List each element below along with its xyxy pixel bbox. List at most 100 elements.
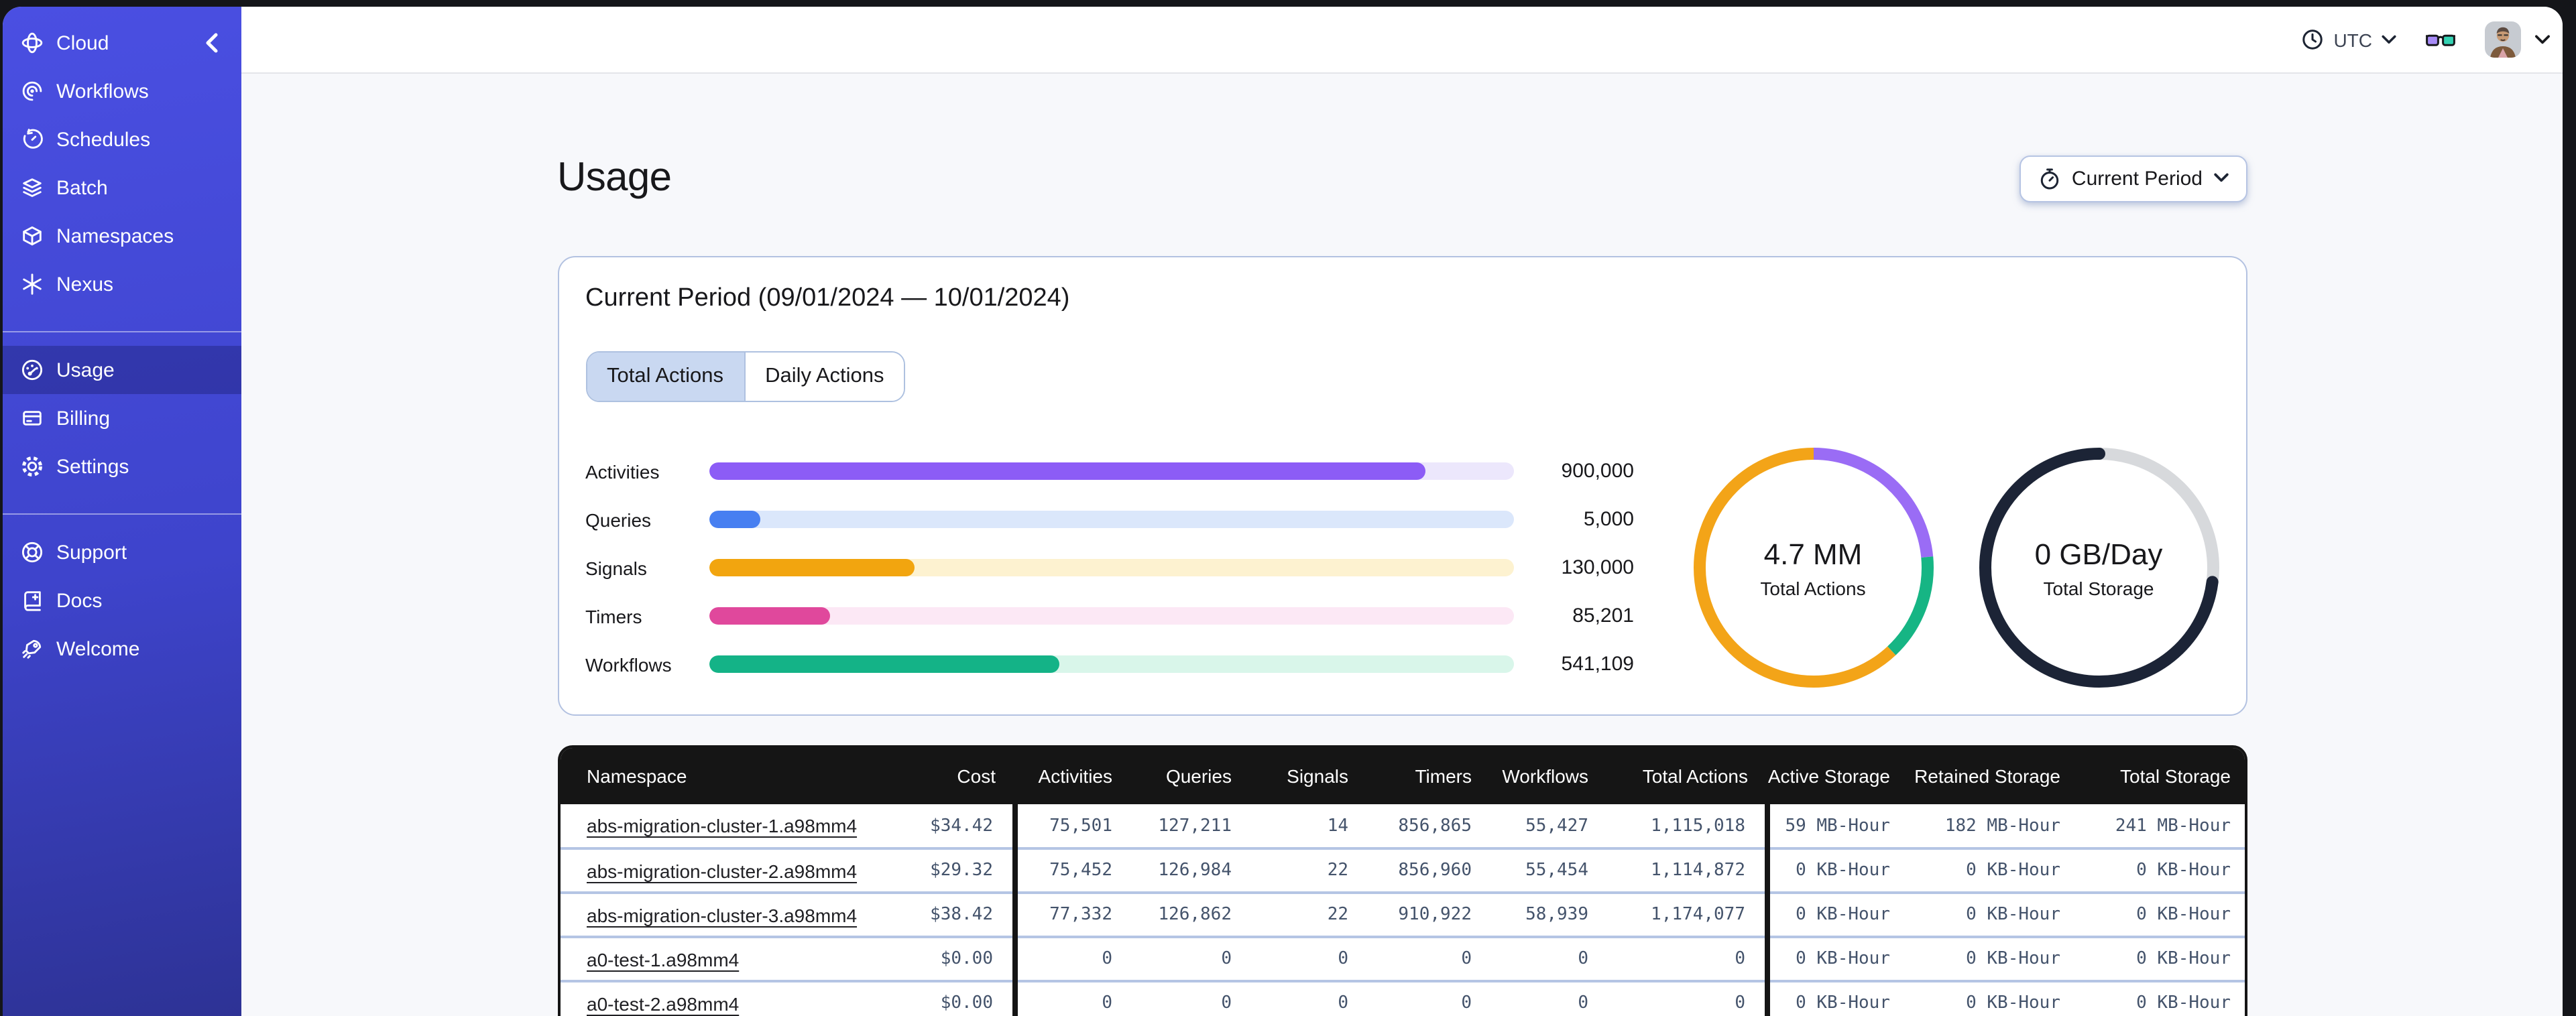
nexus-icon xyxy=(23,273,42,295)
table-cell: 126,862 xyxy=(1131,891,1250,937)
sidebar-item-label: Usage xyxy=(56,359,115,381)
table-cell: 0 xyxy=(1607,980,1769,1016)
total-actions-label: Total Actions xyxy=(1760,577,1866,598)
bar-value: 5,000 xyxy=(1583,508,1634,531)
table-cell: 1,114,872 xyxy=(1607,847,1769,893)
namespace-cell[interactable]: abs-migration-cluster-3.a98mm4 xyxy=(560,891,887,937)
sidebar-item-batch[interactable]: Batch xyxy=(3,164,241,212)
collapse-sidebar-icon[interactable] xyxy=(200,31,224,55)
namespace-cell[interactable]: a0-test-2.a98mm4 xyxy=(560,980,887,1016)
namespace-link[interactable]: a0-test-1.a98mm4 xyxy=(587,948,739,970)
timezone-select[interactable]: UTC xyxy=(2301,28,2396,51)
namespace-link[interactable]: abs-migration-cluster-3.a98mm4 xyxy=(587,904,857,926)
sidebar-item-usage[interactable]: Usage xyxy=(3,346,241,394)
col-namespace: Namespace xyxy=(560,748,887,804)
sidebar-item-label: Workflows xyxy=(56,80,149,103)
table-cell: 241 MB-Hour xyxy=(2115,816,2231,836)
sidebar-item-welcome[interactable]: Welcome xyxy=(3,625,241,673)
sidebar-item-workflows[interactable]: Workflows xyxy=(3,67,241,115)
table-cell: 22 xyxy=(1250,847,1367,893)
col-cost: Cost xyxy=(887,748,1014,804)
feedback-glasses-icon[interactable] xyxy=(2426,31,2455,48)
col-active-storage: Active Storage xyxy=(1767,748,1909,804)
usage-gauge-icon xyxy=(21,359,43,381)
bar-fill xyxy=(709,462,1425,480)
table-cell: 126,984 xyxy=(1131,847,1250,893)
table-cell: 58,939 xyxy=(1490,891,1607,937)
table-row: abs-migration-cluster-3.a98mm4 $38.42 77,3… xyxy=(560,891,2244,937)
app-stage: Cloud Workflows Schedules Batch Namespac… xyxy=(0,0,2576,1016)
usage-bar-row: Queries 5,000 xyxy=(585,508,1634,531)
table-cell: 55,427 xyxy=(1525,816,1588,836)
table-cell: 0 xyxy=(1367,980,1490,1016)
table-row: abs-migration-cluster-1.a98mm4 $34.42 75,5… xyxy=(560,804,2244,848)
main-area: UTC Usage Current Period Current Period … xyxy=(241,7,2563,1016)
table-cell: 910,922 xyxy=(1367,891,1490,937)
sidebar-item-label: Schedules xyxy=(56,128,151,151)
sidebar-divider xyxy=(3,513,241,515)
table-cell: 75,452 xyxy=(1014,847,1131,893)
namespace-link[interactable]: abs-migration-cluster-2.a98mm4 xyxy=(587,860,857,881)
total-storage-value: 0 GB/Day xyxy=(2034,537,2163,570)
usage-bar-row: Timers 85,201 xyxy=(585,605,1634,627)
namespace-cell[interactable]: abs-migration-cluster-2.a98mm4 xyxy=(560,847,887,893)
sidebar-brand-cloud[interactable]: Cloud xyxy=(3,19,241,67)
tab-daily-actions[interactable]: Daily Actions xyxy=(744,353,904,401)
sidebar-item-docs[interactable]: Docs xyxy=(3,576,241,625)
bar-label: Signals xyxy=(585,557,647,578)
total-storage-donut: 0 GB/Day Total Storage xyxy=(1979,448,2219,688)
col-total-storage: Total Storage xyxy=(2079,748,2244,804)
bar-value: 130,000 xyxy=(1561,556,1634,579)
bar-label: Activities xyxy=(585,460,660,482)
sidebar-item-label: Support xyxy=(56,541,127,564)
namespace-link[interactable]: abs-migration-cluster-1.a98mm4 xyxy=(587,815,857,836)
table-cell: $38.42 xyxy=(887,891,1017,937)
sidebar-item-label: Batch xyxy=(56,176,108,199)
table-cell: 0 xyxy=(1014,980,1131,1016)
table-cell: 0 xyxy=(1490,936,1607,981)
table-cell: 0 KB-Hour xyxy=(1767,980,1909,1016)
table-cell: 0 KB-Hour xyxy=(1767,891,1909,937)
sidebar-item-settings[interactable]: Settings xyxy=(3,442,241,491)
bar-value: 541,109 xyxy=(1561,653,1634,676)
col-activities: Activities xyxy=(1014,748,1131,804)
bar-track xyxy=(709,607,1513,625)
user-menu[interactable] xyxy=(2485,21,2551,58)
namespace-cell[interactable]: a0-test-1.a98mm4 xyxy=(560,936,887,981)
chevron-down-icon xyxy=(2213,173,2228,182)
table-cell: 856,960 xyxy=(1367,847,1490,893)
table-cell: 0 KB-Hour xyxy=(1909,980,2079,1016)
table-cell: 0 xyxy=(1250,936,1367,981)
docs-book-icon xyxy=(24,591,41,611)
namespace-usage-table-card: Namespace Cost Activities Queries Signal… xyxy=(557,745,2247,1016)
table-row: a0-test-2.a98mm4 $0.00 0 0 0 0 0 0 0 KB-Hour 0 KB… xyxy=(560,980,2244,1016)
table-cell: 0 xyxy=(1607,936,1769,981)
sidebar-item-support[interactable]: Support xyxy=(3,528,241,576)
sidebar: Cloud Workflows Schedules Batch Namespac… xyxy=(3,7,241,1016)
period-selector-label: Current Period xyxy=(2071,167,2203,190)
table-cell: $29.32 xyxy=(887,847,1017,893)
sidebar-item-namespaces[interactable]: Namespaces xyxy=(3,212,241,260)
table-cell: $0.00 xyxy=(887,936,1017,981)
usage-donuts: 4.7 MM Total Actions 0 GB/Day Total Stor… xyxy=(1693,448,2219,688)
bar-fill xyxy=(709,511,760,528)
namespace-usage-table: Namespace Cost Activities Queries Signal… xyxy=(560,748,2244,1016)
col-signals: Signals xyxy=(1250,748,1367,804)
sidebar-item-billing[interactable]: Billing xyxy=(3,394,241,442)
period-selector-button[interactable]: Current Period xyxy=(2019,155,2247,202)
page-title: Usage xyxy=(557,155,672,200)
table-cell: 182 MB-Hour xyxy=(1944,816,2060,836)
usage-page: Usage Current Period Current Period (09/… xyxy=(557,74,2247,1016)
sidebar-item-schedules[interactable]: Schedules xyxy=(3,115,241,164)
table-cell: 1,174,077 xyxy=(1607,891,1769,937)
table-cell: $0.00 xyxy=(887,980,1017,1016)
namespace-link[interactable]: a0-test-2.a98mm4 xyxy=(587,993,739,1014)
table-cell: 55,454 xyxy=(1490,847,1607,893)
namespace-cell[interactable]: abs-migration-cluster-1.a98mm4 xyxy=(560,804,887,848)
sidebar-item-nexus[interactable]: Nexus xyxy=(3,260,241,308)
table-header-row: Namespace Cost Activities Queries Signal… xyxy=(560,748,2244,804)
total-actions-donut-center: 4.7 MM Total Actions xyxy=(1693,448,1933,688)
chevron-down-icon xyxy=(2535,34,2550,44)
total-storage-donut-center: 0 GB/Day Total Storage xyxy=(1979,448,2219,688)
tab-total-actions[interactable]: Total Actions xyxy=(587,353,744,401)
